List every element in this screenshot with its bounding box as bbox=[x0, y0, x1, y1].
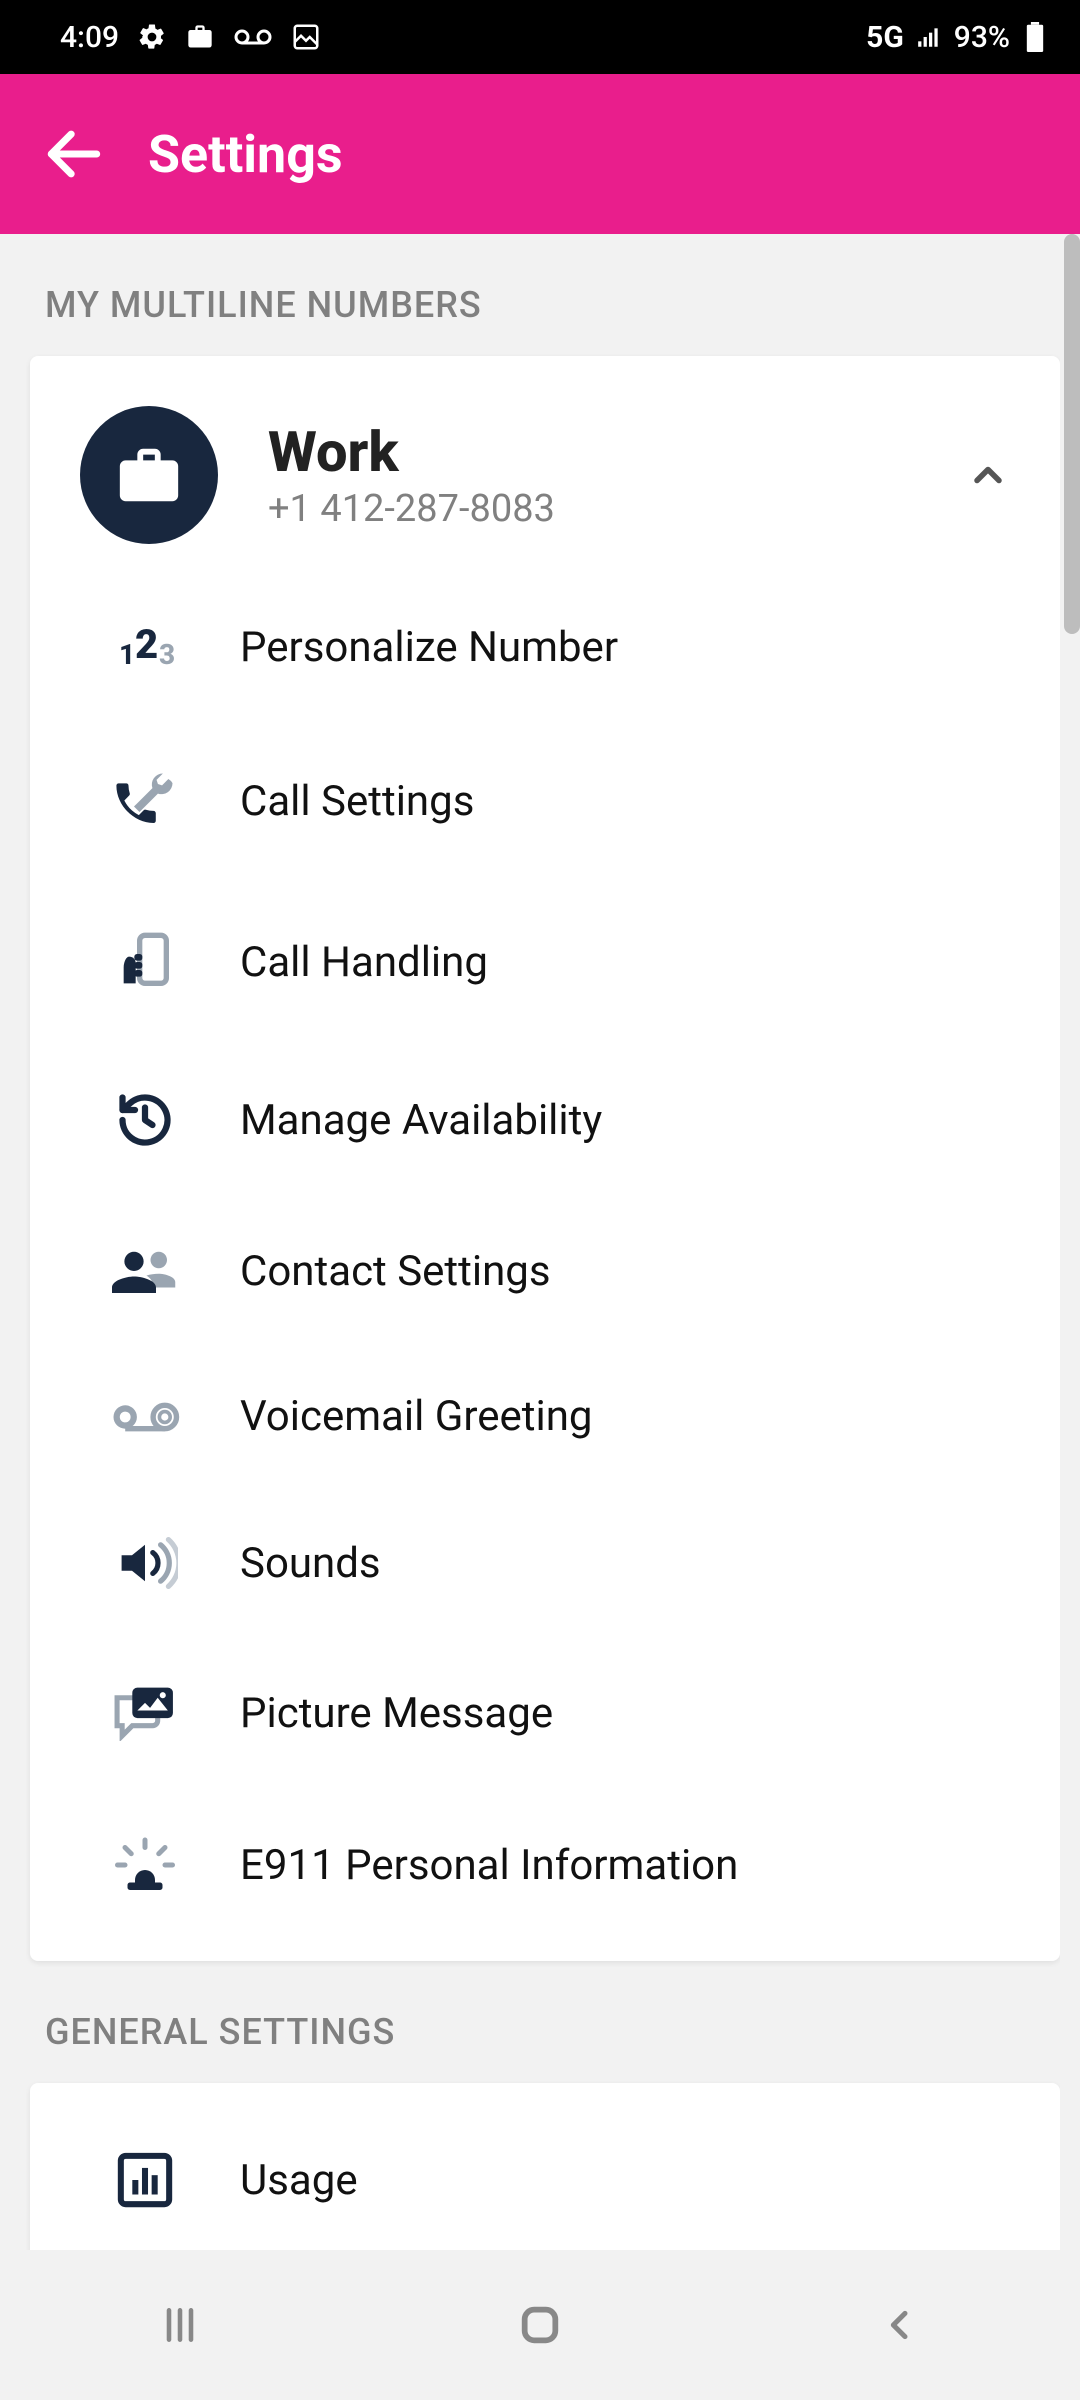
item-label: Contact Settings bbox=[240, 1247, 551, 1296]
item-usage[interactable]: Usage bbox=[30, 2103, 1060, 2250]
item-label: Call Handling bbox=[240, 938, 488, 987]
line-name: Work bbox=[268, 419, 966, 485]
item-label: Usage bbox=[240, 2156, 358, 2205]
voicemail-icon bbox=[100, 1399, 190, 1435]
picture-message-icon bbox=[100, 1685, 190, 1741]
speaker-icon bbox=[100, 1537, 190, 1589]
emergency-light-icon bbox=[100, 1837, 190, 1893]
line-header[interactable]: Work +1 412-287-8083 bbox=[30, 376, 1060, 574]
item-sounds[interactable]: Sounds bbox=[30, 1489, 1060, 1637]
signal-icon bbox=[914, 22, 944, 52]
scrollbar[interactable] bbox=[1064, 234, 1080, 634]
picture-status-icon bbox=[291, 22, 321, 52]
item-manage-availability[interactable]: Manage Availability bbox=[30, 1042, 1060, 1198]
briefcase-icon bbox=[185, 22, 215, 52]
numbers-icon: 1 2 3 bbox=[100, 622, 190, 672]
recents-button[interactable] bbox=[145, 2290, 215, 2360]
voicemail-status-icon bbox=[233, 22, 273, 52]
item-label: Manage Availability bbox=[240, 1096, 602, 1145]
chevron-up-icon bbox=[966, 453, 1010, 497]
multiline-card: Work +1 412-287-8083 1 2 3 Personalize N… bbox=[30, 356, 1060, 1961]
item-call-handling[interactable]: Call Handling bbox=[30, 882, 1060, 1042]
usage-chart-icon bbox=[100, 2151, 190, 2209]
svg-text:1: 1 bbox=[119, 638, 135, 671]
gear-icon bbox=[137, 22, 167, 52]
item-call-settings[interactable]: Call Settings bbox=[30, 720, 1060, 882]
page-title: Settings bbox=[148, 124, 343, 185]
status-bar: 4:09 5G 93% bbox=[0, 0, 1080, 74]
svg-text:2: 2 bbox=[135, 622, 158, 668]
item-personalize-number[interactable]: 1 2 3 Personalize Number bbox=[30, 574, 1060, 720]
battery-percent: 93% bbox=[954, 20, 1010, 55]
briefcase-avatar-icon bbox=[80, 406, 218, 544]
item-picture-message[interactable]: Picture Message bbox=[30, 1637, 1060, 1789]
phone-wrench-icon bbox=[100, 768, 190, 834]
item-contact-settings[interactable]: Contact Settings bbox=[30, 1198, 1060, 1344]
item-label: Sounds bbox=[240, 1539, 381, 1588]
line-number: +1 412-287-8083 bbox=[268, 487, 966, 531]
item-e911[interactable]: E911 Personal Information bbox=[30, 1789, 1060, 1941]
svg-text:3: 3 bbox=[159, 638, 175, 671]
system-nav-bar bbox=[0, 2250, 1080, 2400]
content-scroll[interactable]: MY MULTILINE NUMBERS Work +1 412-287-808… bbox=[0, 234, 1060, 2250]
phone-hand-icon bbox=[100, 930, 190, 994]
item-label: Picture Message bbox=[240, 1689, 553, 1738]
item-label: Personalize Number bbox=[240, 623, 618, 672]
item-label: Call Settings bbox=[240, 777, 474, 826]
item-label: E911 Personal Information bbox=[240, 1841, 738, 1890]
back-button[interactable] bbox=[40, 120, 108, 188]
battery-icon bbox=[1020, 22, 1050, 52]
history-icon bbox=[100, 1090, 190, 1150]
item-label: Voicemail Greeting bbox=[240, 1392, 592, 1441]
item-voicemail-greeting[interactable]: Voicemail Greeting bbox=[30, 1344, 1060, 1489]
section-label-general: GENERAL SETTINGS bbox=[30, 1961, 1060, 2083]
general-card: Usage ? Help bbox=[30, 2083, 1060, 2250]
contacts-icon bbox=[100, 1246, 190, 1296]
app-bar: Settings bbox=[0, 74, 1080, 234]
home-button[interactable] bbox=[505, 2290, 575, 2360]
back-nav-button[interactable] bbox=[865, 2290, 935, 2360]
network-type: 5G bbox=[866, 20, 904, 55]
status-time: 4:09 bbox=[60, 20, 119, 55]
section-label-multiline: MY MULTILINE NUMBERS bbox=[30, 234, 1060, 356]
